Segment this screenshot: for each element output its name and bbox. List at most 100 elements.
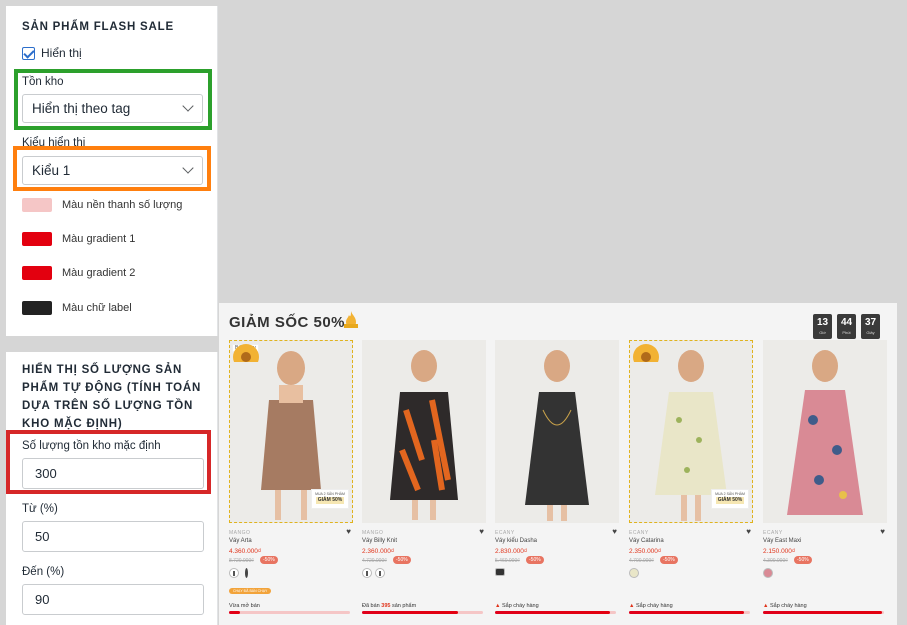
color-swatch-label-text[interactable] [22,301,52,315]
from-percent-label: Từ (%) [22,503,58,515]
sale-tag: MUA 2 SẢN PHẨM GIẢM 50% [311,489,349,509]
countdown-minutes: 44 Phút [837,314,856,339]
stock-status-text: Đã bán 395 sản phẩm [362,603,417,609]
stock-progress-bar [763,611,884,614]
product-card[interactable]: MANGO ♥ Váy Billy Knit 2.360.000₫ 4.720.… [362,340,486,625]
sunflower-icon [233,344,259,362]
color-row-gradient-2[interactable]: Màu gradient 2 [22,266,135,280]
stock-progress-bar [495,611,616,614]
countdown-timer: 13 Giờ 44 Phút 37 Giây [813,314,880,339]
product-card[interactable]: ECANY ♥ Váy kiểu Dasha 2.830.000₫ 5.460.… [495,340,619,625]
product-image[interactable] [763,340,887,523]
color-label-gradient-1: Màu gradient 1 [62,233,136,245]
color-options [362,568,385,578]
fire-icon: ▲ [763,603,769,609]
sunflower-icon [633,344,659,362]
heart-icon[interactable]: ♥ [479,527,484,536]
stock-progress-fill [763,611,882,614]
product-card[interactable]: Bán chạy MUA 2 SẢN PHẨMGIẢM 50% MANGO ♥ … [229,340,353,625]
product-card[interactable]: MUA 2 SẢN PHẨM GIẢM 50% ECANY ♥ Váy Catar… [629,340,753,625]
to-percent-label: Đến (%) [22,566,65,578]
heart-icon[interactable]: ♥ [346,527,351,536]
color-option[interactable] [763,568,773,578]
color-option[interactable] [375,568,385,578]
product-old-price: 4.300.000₫ [763,558,788,564]
countdown-seconds: 37 Giây [861,314,880,339]
color-option[interactable] [362,568,372,578]
color-option[interactable] [245,568,248,578]
discount-badge: -50% [393,556,411,564]
fire-icon: ▲ [629,603,635,609]
product-brand: MANGO [229,530,251,536]
color-row-label-text[interactable]: Màu chữ label [22,301,132,315]
discount-badge: -50% [660,556,678,564]
color-option[interactable] [629,568,639,578]
flash-sale-title: GIẢM SỐC 50% [229,314,346,331]
discount-badge: -50% [794,556,812,564]
stock-status-text: ▲ Sắp cháy hàng [495,603,539,609]
fire-icon: ▲ [495,603,501,609]
stock-progress-fill [629,611,744,614]
stock-progress-fill [362,611,458,614]
stock-status-text: ▲ Sắp cháy hàng [763,603,807,609]
section-title-auto-quantity: HIỂN THỊ SỐ LƯỢNG SẢN PHẨM TỰ ĐỘNG (TÍNH… [22,364,202,430]
color-row-bar-bg[interactable]: Màu nền thanh số lượng [22,198,182,212]
color-swatch-bar-bg[interactable] [22,198,52,212]
from-percent-input[interactable]: 50 [22,521,204,552]
product-name[interactable]: Váy East Maxi [763,538,801,544]
highlight-stock-select [14,69,212,130]
show-checkbox-label: Hiển thị [41,46,82,60]
product-old-price: 4.720.000₫ [362,558,387,564]
product-old-price: 5.460.000₫ [495,558,520,564]
color-swatch-gradient-1[interactable] [22,232,52,246]
highlight-default-stock [6,430,211,494]
color-options [763,568,773,578]
product-image[interactable] [495,340,619,523]
product-image[interactable]: Bán chạy MUA 2 SẢN PHẨMGIẢM 50% [229,340,353,523]
product-price: 4.360.000₫ [229,548,262,555]
show-checkbox-row[interactable]: Hiển thị [22,46,82,60]
product-name[interactable]: Váy Arta [229,538,252,544]
color-label-bar-bg: Màu nền thanh số lượng [62,199,183,211]
stock-progress-fill [495,611,610,614]
to-percent-input[interactable]: 90 [22,584,204,615]
stock-progress-bar [229,611,350,614]
fire-icon [344,311,358,328]
color-row-gradient-1[interactable]: Màu gradient 1 [22,232,135,246]
product-brand: ECANY [763,530,783,536]
color-options [629,568,639,578]
heart-icon[interactable]: ♥ [880,527,885,536]
product-name[interactable]: Váy kiểu Dasha [495,538,537,544]
product-image[interactable] [362,340,486,523]
color-swatch-gradient-2[interactable] [22,266,52,280]
countdown-hours: 13 Giờ [813,314,832,339]
sale-tag: MUA 2 SẢN PHẨM GIẢM 50% [711,489,749,509]
stock-status-text: ▲ Sắp cháy hàng [629,603,673,609]
product-old-price: 8.720.000₫ [229,558,254,564]
color-options [495,568,505,576]
stock-progress-bar [362,611,483,614]
color-options [229,568,248,578]
product-price: 2.350.000₫ [629,548,662,555]
product-brand: ECANY [629,530,649,536]
product-price: 2.150.000₫ [763,548,796,555]
color-label-gradient-2: Màu gradient 2 [62,267,136,279]
discount-badge: -50% [260,556,278,564]
heart-icon[interactable]: ♥ [612,527,617,536]
discount-badge: -50% [526,556,544,564]
show-checkbox[interactable] [22,46,35,60]
product-card[interactable]: ECANY ♥ Váy East Maxi 2.150.000₫ 4.300.0… [763,340,887,625]
heart-icon[interactable]: ♥ [746,527,751,536]
color-option[interactable] [229,568,239,578]
highlight-style-select [13,146,211,191]
product-old-price: 4.700.000₫ [629,558,654,564]
stock-status-text: Vừa mở bán [229,603,260,609]
stock-progress-fill [229,611,240,614]
product-name[interactable]: Váy Billy Knit [362,538,397,544]
section-title-flash-sale: SẢN PHẨM FLASH SALE [22,21,174,33]
color-option[interactable] [495,568,505,576]
product-image[interactable]: MUA 2 SẢN PHẨM GIẢM 50% [629,340,753,523]
flash-sale-preview: GIẢM SỐC 50% 13Giờ 44Phút 37Giây Bán chạ… [219,303,897,625]
stock-progress-bar [629,611,750,614]
product-name[interactable]: Váy Catarina [629,538,664,544]
